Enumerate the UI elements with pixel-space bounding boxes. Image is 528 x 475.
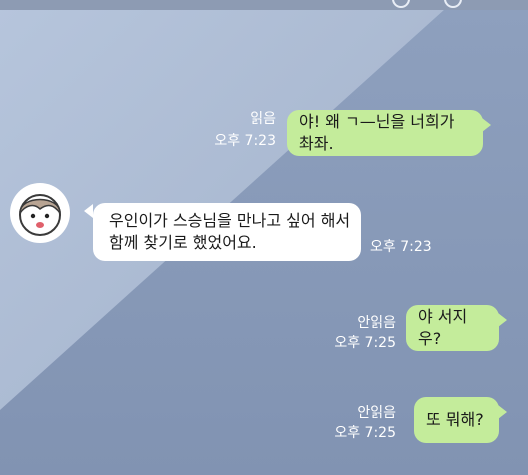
message-line: 함께 찾기로 했었어요.: [109, 233, 257, 252]
message-time: 오후 7:23: [214, 133, 276, 149]
read-status: 안읽음: [357, 405, 396, 421]
search-icon[interactable]: [392, 0, 410, 8]
message-time: 오후 7:23: [370, 239, 432, 255]
message-time: 오후 7:25: [334, 335, 396, 351]
menu-icon[interactable]: [444, 0, 462, 8]
bubble-tail: [482, 118, 491, 132]
bubble-tail: [498, 313, 507, 327]
top-bar: [0, 0, 528, 10]
message-bubble[interactable]: 야 서지우?: [406, 305, 499, 351]
read-status: 읽음: [250, 111, 276, 127]
avatar[interactable]: [10, 183, 70, 243]
bubble-tail: [84, 204, 93, 218]
message-bubble[interactable]: 야! 왜 ㄱ—닌을 너희가 촤좌.: [287, 110, 483, 156]
message-bubble[interactable]: 또 뭐해?: [414, 397, 499, 443]
message-line: 우인이가 스승님을 만나고 싶어 해서: [109, 211, 351, 230]
message-time: 오후 7:25: [334, 425, 396, 441]
message-bubble[interactable]: 우인이가 스승님을 만나고 싶어 해서 함께 찾기로 했었어요.: [93, 203, 361, 261]
bubble-tail: [498, 405, 507, 419]
read-status: 안읽음: [357, 315, 396, 331]
